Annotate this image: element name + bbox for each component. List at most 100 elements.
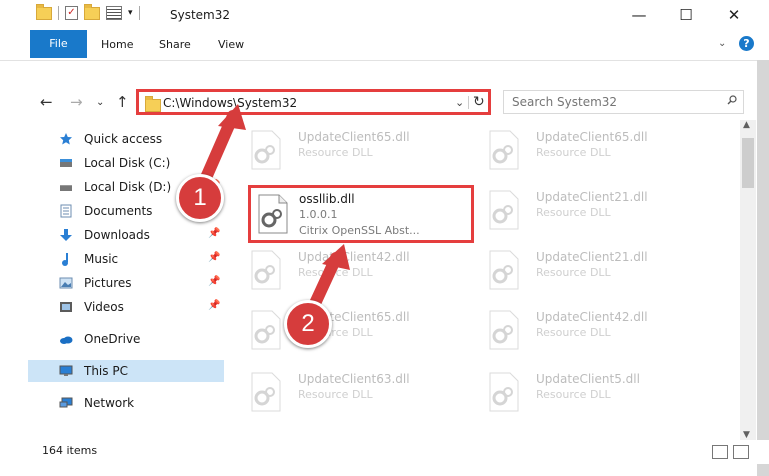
sidebar-item-onedrive[interactable]: OneDrive xyxy=(28,328,224,350)
file-type: Resource DLL xyxy=(536,326,611,339)
sidebar-item-label: OneDrive xyxy=(84,332,141,346)
dll-file-icon xyxy=(251,310,281,350)
step-badge-1: 1 xyxy=(176,174,224,222)
file-tile[interactable]: UpdateClient42.dll Resource DLL xyxy=(226,242,456,294)
music-icon xyxy=(62,253,68,266)
sidebar-item-downloads[interactable]: Downloads 📌 xyxy=(28,224,224,246)
view-switcher xyxy=(712,445,749,459)
file-name: UpdateClient21.dll xyxy=(536,250,648,264)
new-folder-icon[interactable] xyxy=(84,3,100,20)
pin-icon[interactable]: 📌 xyxy=(208,252,220,263)
file-tile[interactable]: UpdateClient65.dll Resource DLL xyxy=(464,122,694,174)
properties-icon[interactable] xyxy=(106,6,122,20)
quick-access-toolbar: ✓ ▾ xyxy=(36,3,140,20)
minimize-button[interactable]: — xyxy=(616,0,662,30)
file-tile[interactable]: UpdateClient63.dll Resource DLL xyxy=(226,364,456,416)
customize-toolbar-chevron-icon[interactable]: ▾ xyxy=(128,8,133,18)
window-title: System32 xyxy=(170,8,231,22)
file-type: Citrix OpenSSL Abst... xyxy=(299,224,420,237)
forward-button[interactable]: → xyxy=(70,93,83,111)
file-tile[interactable]: UpdateClient5.dll Resource DLL xyxy=(464,364,694,416)
tab-home[interactable]: Home xyxy=(101,38,133,51)
file-name: UpdateClient65.dll xyxy=(298,130,410,144)
file-name: UpdateClient5.dll xyxy=(536,372,640,386)
help-icon[interactable]: ? xyxy=(739,36,754,51)
pin-icon[interactable]: 📌 xyxy=(208,156,220,167)
sidebar-item-label: Downloads xyxy=(84,228,150,242)
tab-file[interactable]: File xyxy=(30,30,87,58)
details-view-icon[interactable] xyxy=(712,445,728,459)
dll-file-icon xyxy=(489,190,519,230)
scrollbar-thumb[interactable] xyxy=(742,138,754,188)
pin-icon[interactable]: 📌 xyxy=(208,300,220,311)
step-badge-2: 2 xyxy=(284,300,332,348)
tab-share[interactable]: Share xyxy=(159,38,191,51)
download-icon xyxy=(60,229,72,241)
refresh-button[interactable]: ↻ xyxy=(473,94,485,110)
search-icon[interactable] xyxy=(727,95,737,105)
address-path[interactable]: C:\Windows\System32 xyxy=(163,96,297,110)
dll-file-icon xyxy=(251,250,281,290)
address-dropdown-chevron-icon[interactable]: ⌄ xyxy=(455,96,470,109)
address-bar[interactable]: C:\Windows\System32 ⌄ ↻ xyxy=(136,89,491,115)
maximize-button[interactable]: ☐ xyxy=(663,0,709,30)
back-button[interactable]: ← xyxy=(40,93,53,111)
search-box[interactable] xyxy=(503,90,744,114)
pin-icon[interactable]: 📌 xyxy=(208,228,220,239)
dll-file-icon xyxy=(489,130,519,170)
file-name: UpdateClient63.dll xyxy=(298,372,410,386)
folder-icon xyxy=(145,96,161,112)
dll-file-icon xyxy=(489,310,519,350)
file-type: Resource DLL xyxy=(298,388,373,401)
video-icon xyxy=(60,302,72,312)
dll-file-icon xyxy=(489,372,519,412)
file-tile[interactable]: UpdateClient42.dll Resource DLL xyxy=(464,302,694,354)
large-icons-view-icon[interactable] xyxy=(733,445,749,459)
sidebar-item-quick-access[interactable]: Quick access xyxy=(28,128,224,150)
close-button[interactable]: ✕ xyxy=(711,0,757,30)
pictures-icon xyxy=(59,277,73,289)
sidebar-item-label: Pictures xyxy=(84,276,132,290)
sidebar-item-network[interactable]: Network xyxy=(28,392,224,414)
recent-locations-chevron-icon[interactable]: ⌄ xyxy=(96,97,104,108)
scroll-up-icon[interactable]: ▲ xyxy=(743,120,750,130)
sidebar-item-this-pc[interactable]: This PC xyxy=(28,360,224,382)
toolbar-divider xyxy=(58,6,59,20)
up-button[interactable]: ↑ xyxy=(116,93,129,111)
file-type: Resource DLL xyxy=(536,266,611,279)
sidebar-item-label: Local Disk (C:) xyxy=(84,156,171,170)
file-name: UpdateClient42.dll xyxy=(298,250,410,264)
file-type: Resource DLL xyxy=(298,266,373,279)
file-tile[interactable]: UpdateClient21.dll Resource DLL xyxy=(464,182,694,234)
pin-icon[interactable]: 📌 xyxy=(208,276,220,287)
file-list: UpdateClient65.dll Resource DLL UpdateCl… xyxy=(226,118,740,438)
sidebar-item-music[interactable]: Music 📌 xyxy=(28,248,224,270)
drive-icon xyxy=(60,185,72,191)
scroll-down-icon[interactable]: ▼ xyxy=(743,430,750,440)
vertical-scrollbar[interactable]: ▲ ▼ xyxy=(740,120,756,442)
sidebar-item-label: Documents xyxy=(84,204,153,218)
dll-file-icon xyxy=(251,372,281,412)
navigation-pane: Quick access Local Disk (C:) 📌 Local Dis… xyxy=(28,120,226,440)
sidebar-item-local-disk-c[interactable]: Local Disk (C:) 📌 xyxy=(28,152,224,174)
file-name: UpdateClient21.dll xyxy=(536,190,648,204)
sidebar-item-label: Quick access xyxy=(84,132,163,146)
file-tile[interactable]: UpdateClient21.dll Resource DLL xyxy=(464,242,694,294)
sidebar-item-videos[interactable]: Videos 📌 xyxy=(28,296,224,318)
sidebar-item-pictures[interactable]: Pictures 📌 xyxy=(28,272,224,294)
star-icon xyxy=(60,133,72,145)
tab-view[interactable]: View xyxy=(218,38,244,51)
dll-file-icon xyxy=(258,194,288,234)
file-tile[interactable]: UpdateClient65.dll Resource DLL xyxy=(226,122,456,174)
sidebar-item-label: Network xyxy=(84,396,135,410)
file-tile-ossllib[interactable]: ossllib.dll 1.0.0.1 Citrix OpenSSL Abst.… xyxy=(248,185,474,243)
sidebar-item-label: Local Disk (D:) xyxy=(84,180,172,194)
search-input[interactable] xyxy=(510,94,714,110)
expand-ribbon-chevron-icon[interactable]: ⌄ xyxy=(718,38,726,49)
cloud-icon xyxy=(60,336,73,344)
file-type: Resource DLL xyxy=(536,388,611,401)
folder-icon xyxy=(36,3,52,20)
file-type: Resource DLL xyxy=(298,146,373,159)
properties-check-icon[interactable]: ✓ xyxy=(65,6,78,20)
file-tile[interactable]: UpdateClient65.dll Resource DLL xyxy=(226,302,456,354)
